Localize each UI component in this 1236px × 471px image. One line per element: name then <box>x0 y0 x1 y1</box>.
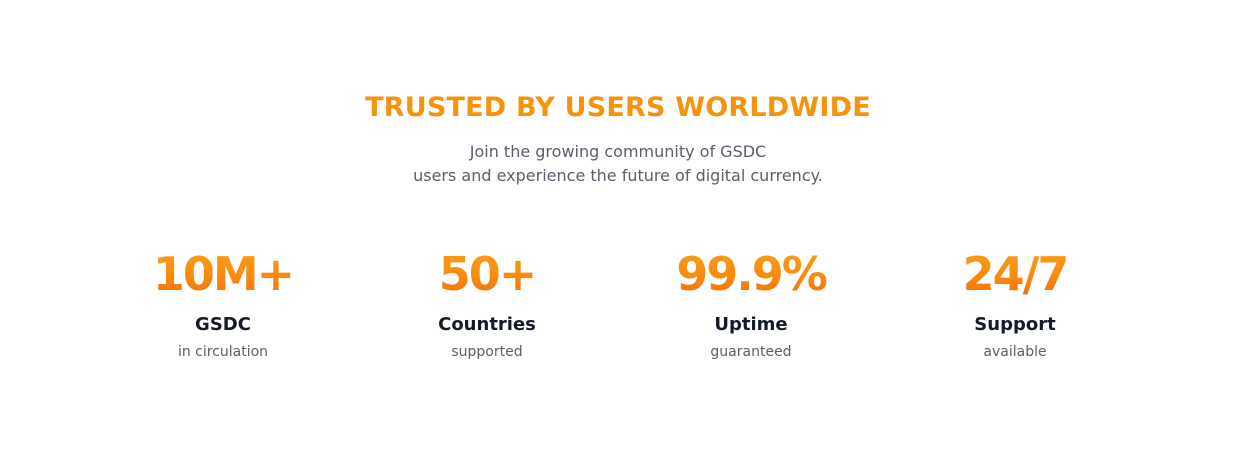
stat-value: 50+ <box>367 246 607 302</box>
stats-row: 10M+ GSDC in circulation 50+ Countries s… <box>0 246 1236 376</box>
stat-description: guaranteed <box>710 344 792 360</box>
stat-label: Countries <box>438 314 536 335</box>
section-subtitle: Join the growing community of GSDC users… <box>0 140 1236 188</box>
trusted-stats-section: TRUSTED BY USERS WORLDWIDE Join the grow… <box>0 0 1236 471</box>
stat-label: Uptime <box>714 314 788 335</box>
section-heading: TRUSTED BY USERS WORLDWIDE <box>365 92 871 123</box>
stat-description: in circulation <box>177 344 269 360</box>
stat-label: Support <box>974 314 1056 335</box>
subtitle-line-2: users and experience the future of digit… <box>413 166 823 185</box>
stat-description: available <box>983 344 1047 360</box>
stat-value: 10M+ <box>103 246 343 302</box>
stat-support: 24/7 Support available <box>895 246 1135 361</box>
stat-gsdc: 10M+ GSDC in circulation <box>103 246 343 361</box>
stat-countries: 50+ Countries supported <box>367 246 607 361</box>
stat-value: 99.9% <box>631 246 871 302</box>
stat-label: GSDC <box>195 314 251 335</box>
subtitle-line-1: Join the growing community of GSDC <box>469 142 767 161</box>
stat-uptime: 99.9% Uptime guaranteed <box>631 246 871 361</box>
stat-description: supported <box>451 344 523 360</box>
stat-value: 24/7 <box>895 246 1135 302</box>
